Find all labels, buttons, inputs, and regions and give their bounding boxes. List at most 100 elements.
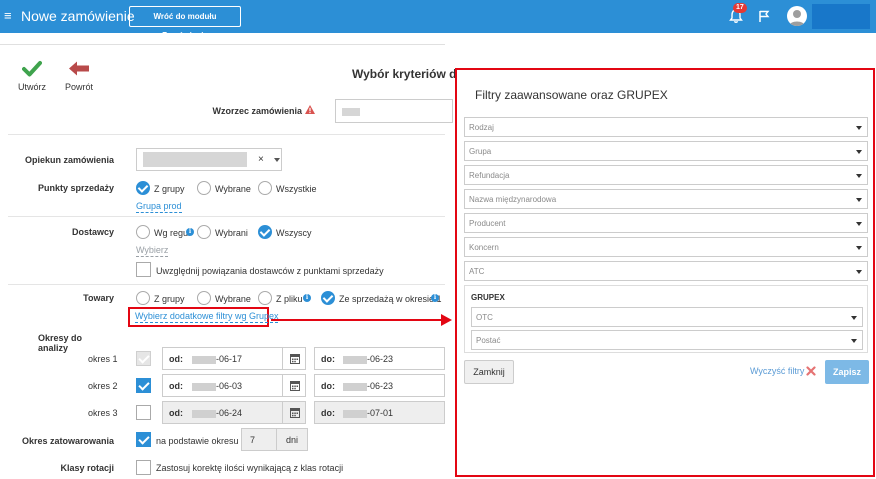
save-button[interactable]: Zapisz (825, 360, 869, 384)
filter-select-atc[interactable]: ATC (464, 261, 868, 281)
header-divider (0, 44, 445, 45)
info-icon[interactable]: i (303, 294, 311, 302)
stock-period-checkbox[interactable] (136, 432, 151, 447)
include-links-checkbox[interactable] (136, 262, 151, 277)
goods-label: Towary (83, 293, 114, 303)
radio-goods-file[interactable] (258, 291, 272, 305)
info-icon[interactable]: i (186, 228, 194, 236)
rotation-checkbox[interactable] (136, 460, 151, 475)
radio-suppliers-all[interactable] (258, 225, 272, 239)
period-3-to[interactable]: do: -07-01 (314, 401, 445, 424)
radio-suppliers-selected[interactable] (197, 225, 211, 239)
period-3-checkbox[interactable] (136, 405, 151, 420)
back-to-orders-button[interactable]: Wróć do modułu Zamówienia (129, 6, 241, 40)
template-label: Wzorzec zamówienia (212, 106, 302, 116)
calendar-icon (290, 354, 300, 364)
clear-icon[interactable]: × (258, 154, 264, 165)
clear-filters-button[interactable]: Wyczyść filtry (750, 366, 804, 376)
stock-days-input[interactable]: 7 (241, 428, 277, 451)
period-1-label: okres 1 (88, 354, 118, 364)
chevron-down-icon (856, 246, 862, 250)
filter-select-producer[interactable]: Producent (464, 213, 868, 233)
close-icon[interactable] (806, 366, 816, 376)
filter-select-type[interactable]: Rodzaj (464, 117, 868, 137)
period-3-from[interactable]: od: -06-24 (162, 401, 306, 424)
period-2-from[interactable]: od: -06-03 (162, 374, 306, 397)
avatar[interactable] (787, 6, 807, 26)
period-2-to-value: -06-23 (367, 381, 394, 391)
chevron-down-icon (856, 270, 862, 274)
extra-filters-link[interactable]: Wybierz dodatkowe filtry wg Grupex (135, 311, 279, 323)
period-2-label: okres 2 (88, 381, 118, 391)
template-input[interactable] (335, 99, 453, 123)
period-1-to[interactable]: do: -06-23 (314, 347, 445, 370)
period-3-to-value: -07-01 (367, 408, 394, 418)
divider (8, 216, 445, 217)
radio-goods-sales-period[interactable] (321, 291, 335, 305)
calendar-icon (290, 408, 300, 418)
period-2-to[interactable]: do: -06-23 (314, 374, 445, 397)
select-placeholder: OTC (476, 313, 493, 322)
advanced-filters-modal: Filtry zaawansowane oraz GRUPEX Rodzaj G… (455, 68, 875, 477)
return-label: Powrót (64, 82, 93, 92)
select-placeholder: Refundacja (469, 171, 510, 180)
radio-sale-points-group[interactable] (136, 181, 150, 195)
filter-select-concern[interactable]: Koncern (464, 237, 868, 257)
chevron-down-icon[interactable] (274, 158, 280, 162)
from-label: od: (169, 381, 183, 391)
filter-select-inn[interactable]: Nazwa międzynarodowa (464, 189, 868, 209)
radio-label: Wybrane (215, 184, 251, 194)
warning-icon (305, 105, 315, 114)
radio-sale-points-all[interactable] (258, 181, 272, 195)
grupex-select-form[interactable]: Postać (471, 330, 863, 350)
notification-badge: 17 (733, 3, 747, 13)
stock-days-value: 7 (250, 435, 256, 445)
period-3-from-value: -06-24 (216, 408, 243, 418)
radio-label: Wszyscy (276, 228, 312, 238)
create-button[interactable]: Utwórz (17, 60, 47, 92)
period-3-label: okres 3 (88, 408, 118, 418)
return-button[interactable]: Powrót (63, 60, 95, 92)
user-menu[interactable] (812, 4, 870, 29)
radio-label: Z pliku (276, 294, 303, 304)
period-1-from-value: -06-17 (216, 354, 243, 364)
radio-label: Wybrani (215, 228, 248, 238)
radio-label: Ze sprzedażą w okresie 1 (339, 294, 442, 304)
product-group-link[interactable]: Grupa prod (136, 201, 182, 213)
period-1-to-value: -06-23 (367, 354, 394, 364)
calendar-button[interactable] (282, 348, 306, 369)
radio-goods-selected[interactable] (197, 291, 211, 305)
chevron-down-icon (856, 150, 862, 154)
guardian-select[interactable]: × (136, 148, 282, 171)
year-redacted (343, 410, 367, 418)
chevron-down-icon (851, 339, 857, 343)
calendar-button[interactable] (282, 402, 306, 423)
grupex-section: GRUPEX OTC Postać (464, 285, 868, 353)
flag-icon[interactable] (757, 9, 771, 23)
filter-select-group[interactable]: Grupa (464, 141, 868, 161)
grupex-select-otc[interactable]: OTC (471, 307, 863, 327)
info-icon[interactable]: i (431, 294, 439, 302)
year-redacted (192, 410, 216, 418)
radio-label: Z grupy (154, 184, 185, 194)
radio-suppliers-rules[interactable] (136, 225, 150, 239)
filter-select-refund[interactable]: Refundacja (464, 165, 868, 185)
to-label: do: (321, 354, 335, 364)
period-1-checkbox[interactable] (136, 351, 151, 366)
periods-label: Okresy do analizy (38, 333, 83, 353)
chevron-down-icon (856, 126, 862, 130)
radio-goods-group[interactable] (136, 291, 150, 305)
choose-suppliers-link[interactable]: Wybierz (136, 245, 169, 257)
divider (8, 134, 445, 135)
period-2-checkbox[interactable] (136, 378, 151, 393)
period-2-from-value: -06-03 (216, 381, 243, 391)
sale-points-label: Punkty sprzedaży (37, 183, 114, 193)
period-1-from[interactable]: od: -06-17 (162, 347, 306, 370)
include-links-label: Uwzględnij powiązania dostawców z punkta… (156, 266, 384, 276)
menu-icon[interactable]: ≡ (4, 9, 12, 22)
close-button[interactable]: Zamknij (464, 360, 514, 384)
radio-sale-points-selected[interactable] (197, 181, 211, 195)
create-label: Utwórz (17, 82, 46, 92)
calendar-button[interactable] (282, 375, 306, 396)
year-redacted (343, 383, 367, 391)
